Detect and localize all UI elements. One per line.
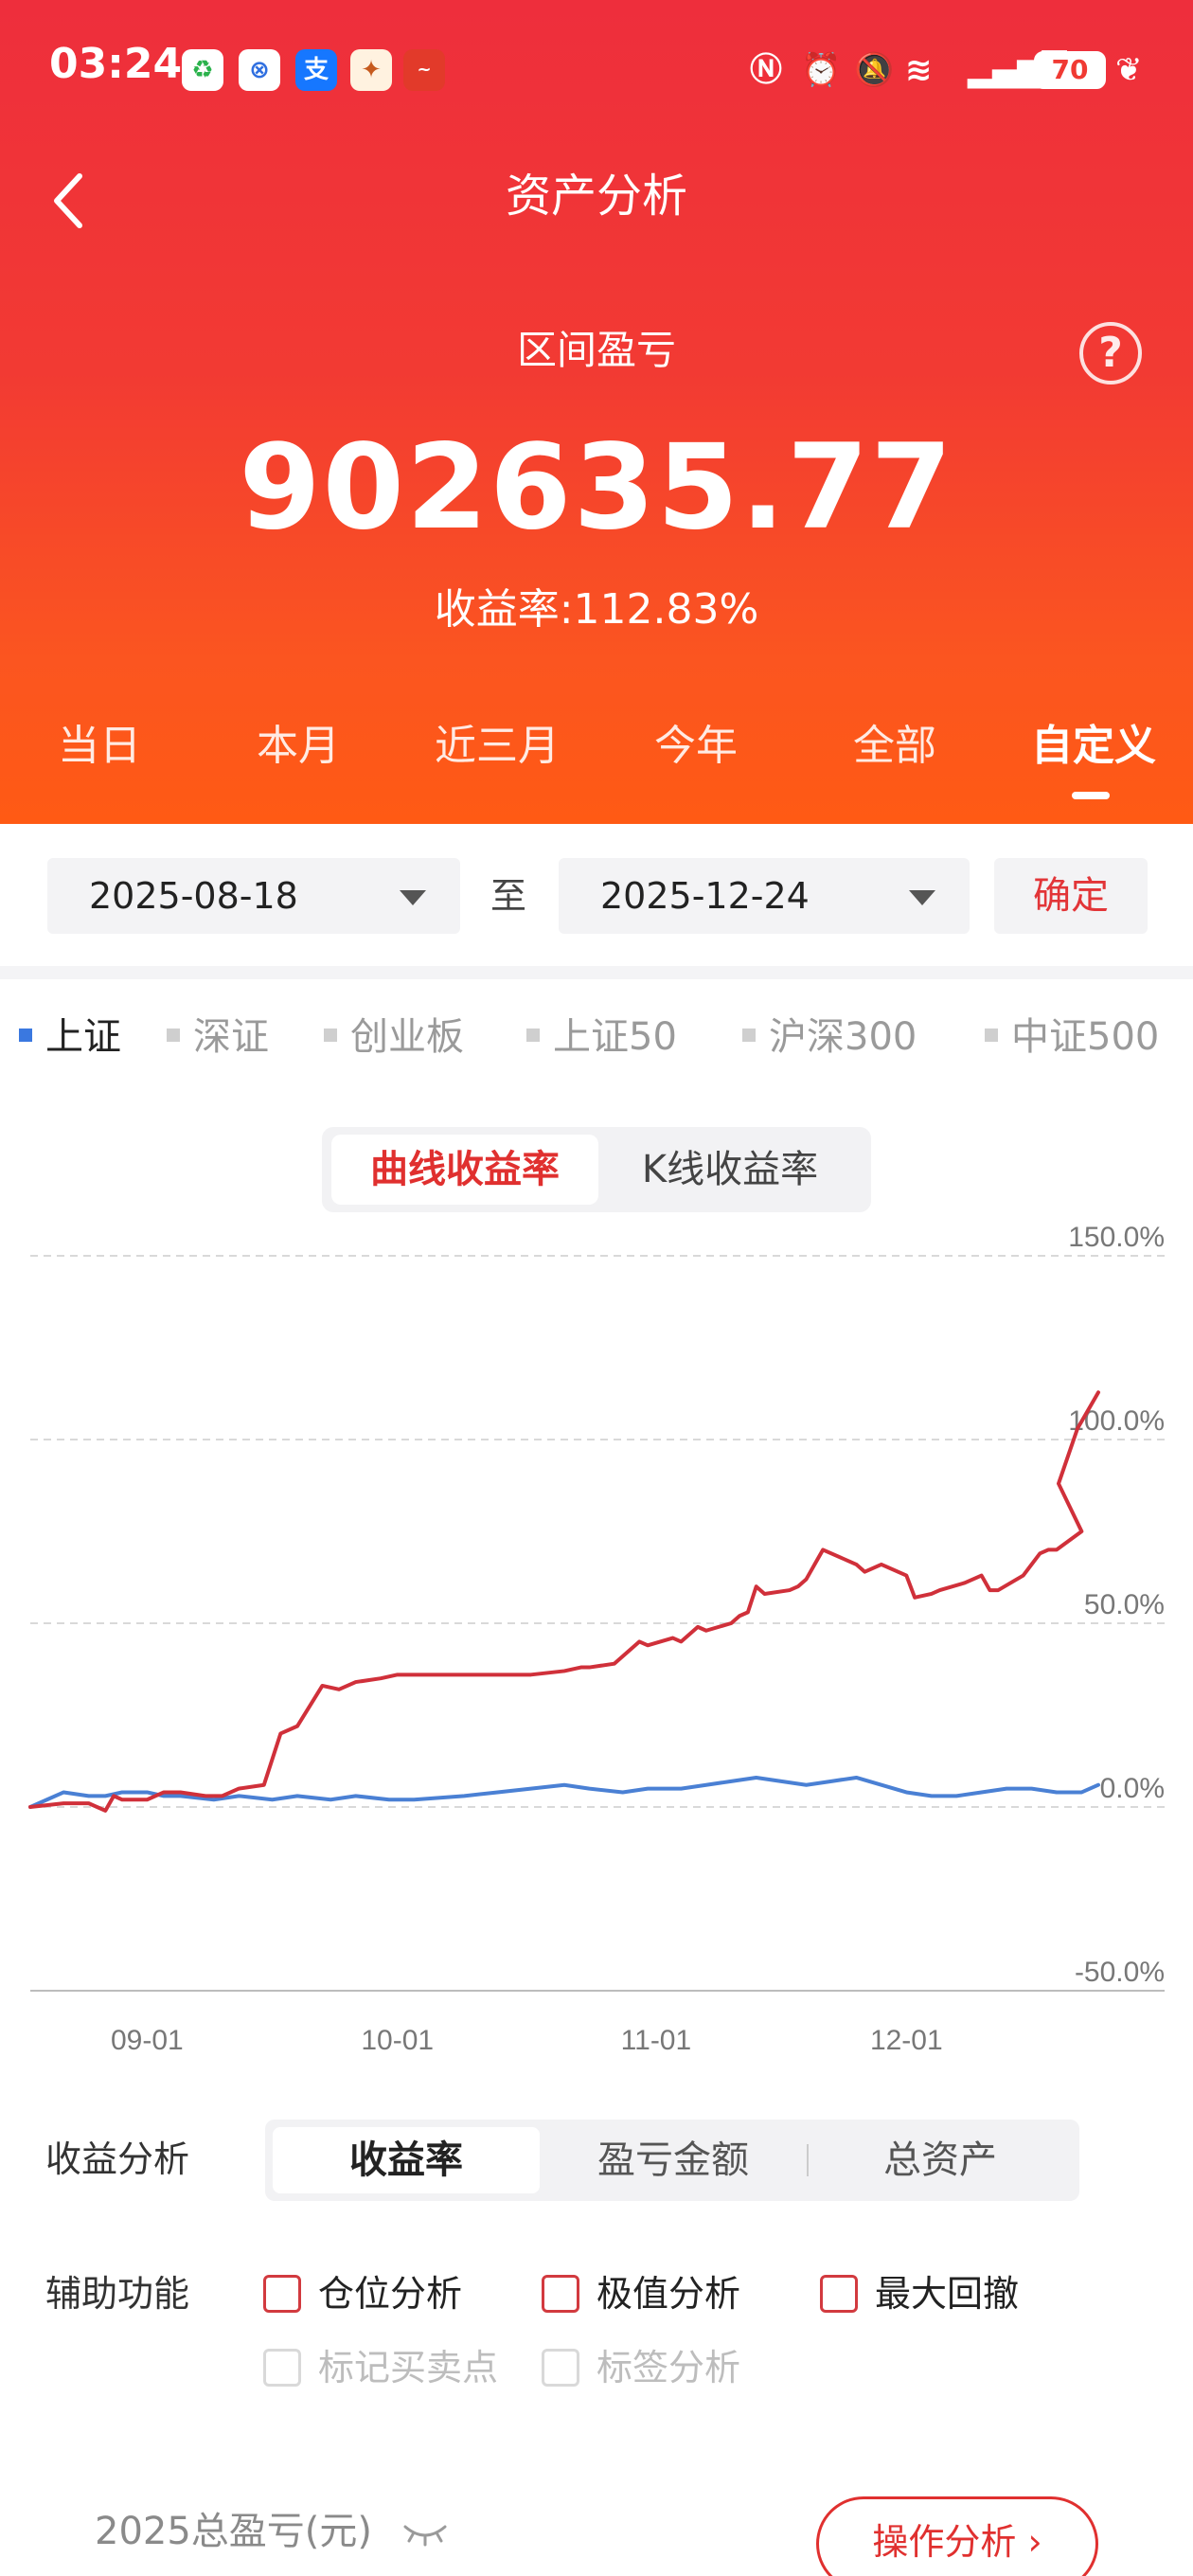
- x-tick-label: 10-01: [361, 2025, 434, 2056]
- legend-dot: [167, 1029, 180, 1042]
- start-date-select[interactable]: 2025-08-18: [47, 858, 460, 934]
- index-tab-csi500[interactable]: 中证500: [985, 1004, 1159, 1070]
- notification-app-icon: ⊗: [239, 49, 280, 91]
- checkbox-box: [542, 2349, 579, 2387]
- tag-analysis-checkbox[interactable]: 标签分析: [542, 2339, 740, 2396]
- date-range-panel: 2025-08-18 至 2025-12-24 确定: [0, 824, 1193, 966]
- period-tabs: 当日 本月 近三月 今年 全部 自定义: [0, 708, 1193, 794]
- checkbox-box: [820, 2275, 858, 2313]
- x-tick-label: 09-01: [111, 2025, 184, 2056]
- portfolio-yield-line: [28, 1390, 1100, 1813]
- date-range-separator: 至: [490, 875, 527, 917]
- notification-app-icon: ✦: [350, 49, 392, 91]
- x-tick-label: 12-01: [870, 2025, 943, 2056]
- index-tab-label: 创业板: [350, 1015, 464, 1059]
- y-tick-label: 0.0%: [1100, 1773, 1165, 1804]
- extreme-analysis-checkbox[interactable]: 极值分析: [542, 2265, 740, 2322]
- checkbox-label: 标签分析: [596, 2347, 741, 2388]
- checkbox-label: 仓位分析: [318, 2273, 463, 2315]
- checkbox-label: 最大回撤: [875, 2273, 1020, 2315]
- y-tick-label: -50.0%: [1075, 1957, 1165, 1988]
- tab-three-months[interactable]: 近三月: [398, 708, 596, 784]
- x-tick-label: 11-01: [621, 2025, 692, 2056]
- legend-dot: [526, 1029, 540, 1042]
- analysis-label: 收益分析: [45, 2138, 190, 2180]
- mute-icon: 🔕: [854, 51, 895, 89]
- tab-this-year[interactable]: 今年: [596, 708, 795, 784]
- tab-custom[interactable]: 自定义: [994, 708, 1193, 784]
- end-date-value: 2025-12-24: [600, 875, 810, 917]
- operation-analysis-button[interactable]: 操作分析 ›: [816, 2496, 1098, 2576]
- legend-dot: [324, 1029, 337, 1042]
- wifi-icon: ≋: [905, 51, 933, 89]
- alarm-icon: ⏰: [801, 51, 842, 89]
- legend-dot: [19, 1029, 32, 1042]
- index-tab-shanghai[interactable]: 上证: [19, 1004, 121, 1070]
- index-selector: 上证 深证 创业板 上证50 沪深300 中证500: [0, 1004, 1193, 1070]
- end-date-select[interactable]: 2025-12-24: [559, 858, 970, 934]
- notification-app-icon: ♻: [182, 49, 223, 91]
- yield-chart: 150.0% 100.0% 50.0% 0.0% -50.0% 09-01 10-01 11-…: [0, 1212, 1193, 2065]
- legend-dot: [742, 1029, 756, 1042]
- tab-all[interactable]: 全部: [795, 708, 994, 784]
- y-tick-label: 50.0%: [1084, 1589, 1165, 1620]
- checkbox-label: 极值分析: [596, 2273, 741, 2315]
- index-tab-sse50[interactable]: 上证50: [526, 1004, 677, 1070]
- nfc-icon: Ⓝ: [750, 51, 782, 89]
- summary-label: 区间盈亏: [516, 327, 676, 373]
- analysis-option-profit-amount[interactable]: 盈亏金额: [540, 2127, 807, 2193]
- eye-closed-icon[interactable]: [401, 2515, 449, 2549]
- alipay-icon: 支: [295, 49, 337, 91]
- checkbox-label: 标记买卖点: [318, 2347, 499, 2388]
- yield-rate: 收益率:112.83%: [434, 585, 759, 634]
- index-tab-label: 上证50: [553, 1015, 677, 1059]
- index-tab-label: 深证: [193, 1015, 269, 1059]
- yield-chart-svg: 150.0%100.0%50.0%0.0%-50.0%09-01 10-01 11-…: [28, 1222, 1165, 2056]
- active-tab-indicator: [1072, 792, 1110, 799]
- index-tab-label: 中证500: [1011, 1015, 1160, 1059]
- mark-trades-checkbox[interactable]: 标记买卖点: [263, 2339, 498, 2396]
- index-tab-shenzhen[interactable]: 深证: [167, 1004, 269, 1070]
- profit-amount: 902635.77: [239, 420, 954, 556]
- checkbox-box: [263, 2349, 301, 2387]
- tab-this-month[interactable]: 本月: [199, 708, 398, 784]
- kline-yield-option[interactable]: K线收益率: [596, 1135, 864, 1205]
- index-tab-csi300[interactable]: 沪深300: [742, 1004, 917, 1070]
- curve-yield-option[interactable]: 曲线收益率: [331, 1135, 598, 1205]
- start-date-value: 2025-08-18: [89, 875, 298, 917]
- battery-icon: 70: [1034, 51, 1106, 89]
- chart-mode-toggle: 曲线收益率 K线收益率: [322, 1127, 871, 1212]
- legend-dot: [985, 1029, 998, 1042]
- dropdown-caret-icon: [400, 890, 426, 905]
- leaf-icon: ❦: [1115, 51, 1143, 89]
- checkbox-box: [263, 2275, 301, 2313]
- question-circle-icon[interactable]: ?: [1079, 322, 1142, 385]
- status-time: 03:24: [49, 40, 183, 88]
- total-profit-label: 2025总盈亏(元): [95, 2510, 373, 2553]
- y-tick-label: 150.0%: [1068, 1222, 1165, 1253]
- section-divider: [0, 966, 1193, 979]
- position-analysis-checkbox[interactable]: 仓位分析: [263, 2265, 462, 2322]
- analysis-option-yield[interactable]: 收益率: [273, 2127, 540, 2193]
- dropdown-caret-icon: [909, 890, 935, 905]
- tab-today[interactable]: 当日: [0, 708, 199, 784]
- page-title: 资产分析: [505, 170, 687, 223]
- index-tab-label: 沪深300: [769, 1015, 917, 1059]
- index-tab-chinext[interactable]: 创业板: [324, 1004, 464, 1070]
- analysis-option-total-assets[interactable]: 总资产: [807, 2127, 1074, 2193]
- index-tab-label: 上证: [45, 1015, 121, 1059]
- max-drawdown-checkbox[interactable]: 最大回撤: [820, 2265, 1019, 2322]
- header-panel: 03:24 ♻ ⊗ 支 ✦ ~ Ⓝ ⏰ 🔕 ≋ ▂▄▆█ 70 ❦ 资产分析 区…: [0, 0, 1193, 824]
- analysis-toggle: 收益率 盈亏金额 总资产: [265, 2120, 1079, 2201]
- confirm-button[interactable]: 确定: [994, 858, 1148, 934]
- checkbox-box: [542, 2275, 579, 2313]
- aux-label: 辅助功能: [45, 2273, 190, 2315]
- status-bar: 03:24 ♻ ⊗ 支 ✦ ~ Ⓝ ⏰ 🔕 ≋ ▂▄▆█ 70 ❦: [0, 0, 1193, 142]
- notification-app-icon: ~: [403, 49, 445, 91]
